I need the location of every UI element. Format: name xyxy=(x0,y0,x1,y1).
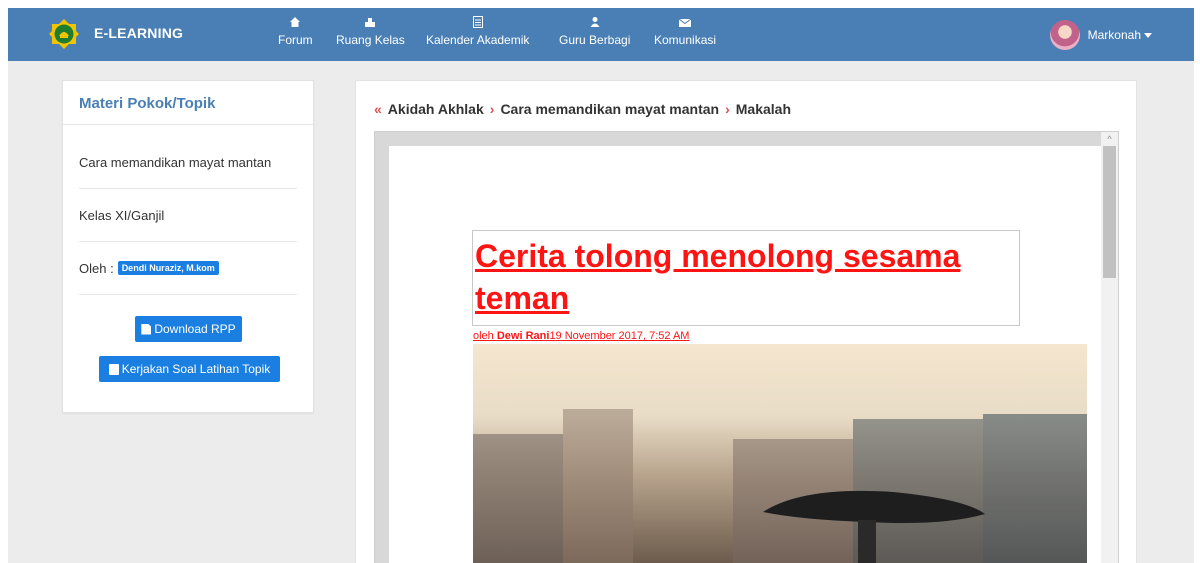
download-rpp-button[interactable]: Download RPP xyxy=(135,316,242,342)
envelope-icon xyxy=(654,16,716,32)
nav-item-label: Komunikasi xyxy=(654,33,717,47)
download-rpp-label: Download RPP xyxy=(154,322,236,336)
file-icon xyxy=(141,323,152,335)
page-background: E-LEARNING Forum Ruang Kelas Kalender Ak… xyxy=(8,8,1194,563)
exercise-button[interactable]: Kerjakan Soal Latihan Topik xyxy=(99,356,280,382)
topic-name: Cara memandikan mayat mantan xyxy=(79,137,297,189)
document-byline[interactable]: oleh Dewi Rani19 November 2017, 7:52 AM xyxy=(473,330,689,342)
topic-sidebar: Materi Pokok/Topik Cara memandikan mayat… xyxy=(62,80,314,413)
document-viewer[interactable]: Cerita tolong menolong sesama teman oleh… xyxy=(374,131,1119,563)
user-menu[interactable]: Markonah xyxy=(1049,20,1152,50)
chevron-right-icon: › xyxy=(489,101,495,117)
classroom-icon xyxy=(336,16,405,32)
document-title[interactable]: Cerita tolong menolong sesama teman xyxy=(475,235,1015,319)
scrollbar-thumb[interactable] xyxy=(1103,146,1116,278)
nav-item-ruang-kelas[interactable]: Ruang Kelas xyxy=(336,16,405,47)
chevron-right-icon: › xyxy=(725,101,730,117)
scrollbar[interactable]: ^ xyxy=(1101,132,1118,563)
top-navbar: E-LEARNING Forum Ruang Kelas Kalender Ak… xyxy=(8,8,1194,61)
author-badge: Dendi Nuraziz, M.kom xyxy=(117,261,219,275)
class-info-text: Kelas XI/Ganjil xyxy=(79,207,165,223)
nav-item-label: Guru Berbagi xyxy=(559,33,631,47)
nav-item-label: Kalender Akademik xyxy=(426,33,530,47)
class-info: Kelas XI/Ganjil xyxy=(79,189,297,242)
home-icon xyxy=(278,16,313,32)
breadcrumb-item-current: Makalah xyxy=(735,101,791,117)
author-row: Oleh : Dendi Nuraziz, M.kom xyxy=(79,242,297,295)
bicycle-seat-image xyxy=(763,490,985,563)
nav-item-forum[interactable]: Forum xyxy=(278,16,313,47)
edit-icon xyxy=(108,363,119,375)
nav-item-label: Forum xyxy=(278,33,313,47)
nav-item-komunikasi[interactable]: Komunikasi xyxy=(654,16,716,47)
scroll-up-icon[interactable]: ^ xyxy=(1101,132,1118,146)
topic-name-text: Cara memandikan mayat mantan xyxy=(79,155,272,170)
main-panel: « Akidah Akhlak › Cara memandikan mayat … xyxy=(355,80,1137,563)
chevron-down-icon xyxy=(1144,32,1152,38)
breadcrumb-item-subject[interactable]: Akidah Akhlak xyxy=(388,101,484,117)
title-box: Cerita tolong menolong sesama teman xyxy=(472,230,1020,326)
byline-author: Dewi Rani xyxy=(496,330,550,342)
logo-icon[interactable] xyxy=(48,18,80,50)
nav-item-kalender-akademik[interactable]: Kalender Akademik xyxy=(426,16,529,47)
nav-item-guru-berbagi[interactable]: Guru Berbagi xyxy=(559,16,630,47)
byline-prefix: oleh xyxy=(473,330,497,342)
breadcrumb-item-topic[interactable]: Cara memandikan mayat mantan xyxy=(500,101,719,117)
back-double-chevron-icon[interactable]: « xyxy=(374,101,382,117)
nav-item-label: Ruang Kelas xyxy=(336,33,405,47)
byline-date: 19 November 2017, 7:52 AM xyxy=(549,330,690,342)
calendar-icon xyxy=(426,16,529,32)
author-label: Oleh : xyxy=(79,260,114,276)
avatar xyxy=(1049,20,1080,50)
breadcrumb: « Akidah Akhlak › Cara memandikan mayat … xyxy=(374,101,791,117)
exercise-label: Kerjakan Soal Latihan Topik xyxy=(121,362,271,376)
users-icon xyxy=(559,16,630,32)
document-page: Cerita tolong menolong sesama teman oleh… xyxy=(389,146,1103,563)
brand-name[interactable]: E-LEARNING xyxy=(94,25,183,41)
article-photo xyxy=(473,344,1087,563)
sidebar-title: Materi Pokok/Topik xyxy=(63,81,313,125)
user-name: Markonah xyxy=(1087,28,1141,42)
